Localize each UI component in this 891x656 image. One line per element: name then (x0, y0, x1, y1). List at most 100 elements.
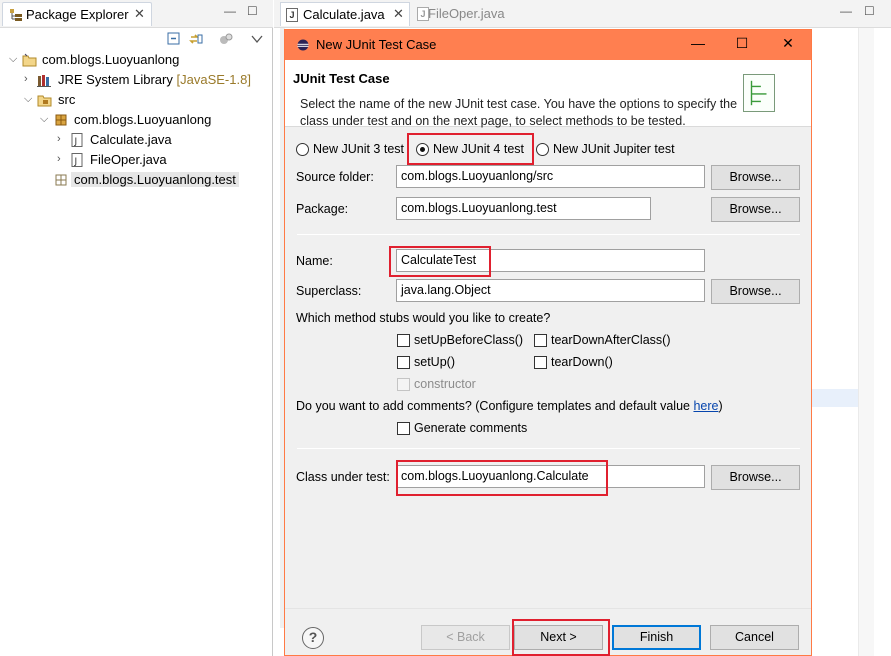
checkbox-label: setUp() (414, 355, 455, 369)
finish-button[interactable]: Finish (612, 625, 701, 650)
filters-icon[interactable] (218, 31, 234, 47)
java-file-icon: J (71, 153, 83, 167)
setup-before-class-checkbox[interactable]: setUpBeforeClass() (397, 332, 527, 350)
back-button: < Back (421, 625, 510, 650)
name-label: Name: (296, 254, 333, 268)
source-folder-input[interactable]: com.blogs.Luoyuanlong/src (396, 165, 705, 188)
tree-item-calculate-java[interactable]: › J Calculate.java (0, 130, 273, 150)
svg-text:J: J (74, 137, 78, 147)
project-icon (22, 53, 37, 67)
tree-item-label: com.blogs.Luoyuanlong (42, 52, 180, 67)
checkbox-label: Generate comments (414, 421, 528, 435)
current-line-highlight (812, 389, 858, 407)
dialog-titlebar: New JUnit Test Case — ☐ ✕ (285, 30, 811, 60)
chevron-right-icon[interactable]: › (24, 73, 28, 85)
package-explorer-icon (10, 9, 22, 21)
radio-label: New JUnit 3 test (313, 142, 405, 156)
collapse-all-icon[interactable] (166, 31, 182, 47)
help-icon[interactable]: ? (302, 627, 324, 649)
chevron-down-icon[interactable]: ⌵ (9, 53, 17, 66)
explorer-toolbar (0, 28, 273, 50)
editor-overview-ruler (858, 28, 874, 656)
junit4-radio[interactable]: New JUnit 4 test (416, 141, 528, 159)
teardown-checkbox[interactable]: tearDown() (534, 354, 684, 372)
generate-comments-checkbox[interactable]: Generate comments (397, 420, 547, 438)
tree-item-label: Calculate.java (90, 132, 172, 147)
editor-tab-label: FileOper.java (428, 6, 505, 21)
minimize-button[interactable]: — (684, 35, 712, 55)
checkbox-box (397, 356, 410, 369)
tree-item-package-main[interactable]: ⌵ com.blogs.Luoyuanlong (0, 110, 273, 130)
checkbox-label: tearDownAfterClass() (551, 333, 671, 347)
maximize-button[interactable]: ☐ (728, 35, 756, 55)
chevron-down-icon[interactable]: ⌵ (40, 113, 48, 126)
java-file-icon: J (71, 133, 83, 147)
browse-superclass-button[interactable]: Browse... (711, 279, 800, 304)
close-icon[interactable]: ✕ (134, 6, 145, 22)
tree-item-package-test[interactable]: com.blogs.Luoyuanlong.test (0, 170, 273, 190)
teardown-after-class-checkbox[interactable]: tearDownAfterClass() (534, 332, 684, 350)
tree-item-src[interactable]: ⌵ src (0, 90, 273, 110)
maximize-icon[interactable]: ☐ (247, 4, 258, 18)
next-button[interactable]: Next > (514, 625, 603, 650)
tree-item-fileoper-java[interactable]: › J FileOper.java (0, 150, 273, 170)
junit-jupiter-radio[interactable]: New JUnit Jupiter test (536, 141, 696, 159)
junit3-radio[interactable]: New JUnit 3 test (296, 141, 408, 159)
browse-source-folder-button[interactable]: Browse... (711, 165, 800, 190)
tree-item-jre-library[interactable]: › JRE System Library [JavaSE-1.8] (0, 70, 273, 90)
tree-item-label: com.blogs.Luoyuanlong (74, 112, 212, 127)
comments-question-end: ) (718, 399, 723, 413)
package-label: Package: (296, 202, 349, 216)
footer-separator (285, 608, 811, 609)
browse-package-button[interactable]: Browse... (711, 197, 800, 222)
editor-tab-fileoper[interactable]: J FileOper.java (412, 2, 522, 26)
package-explorer-tab[interactable]: Package Explorer ✕ (2, 2, 152, 26)
package-icon (55, 114, 67, 126)
maximize-icon[interactable]: ☐ (864, 4, 875, 18)
constructor-checkbox: constructor (397, 376, 527, 394)
checkbox-box (534, 356, 547, 369)
checkbox-label: setUpBeforeClass() (414, 333, 524, 347)
superclass-input[interactable]: java.lang.Object (396, 279, 705, 302)
class-under-test-input[interactable]: com.blogs.Luoyuanlong.Calculate (396, 465, 705, 488)
setup-checkbox[interactable]: setUp() (397, 354, 527, 372)
separator (297, 234, 800, 235)
view-menu-icon[interactable] (249, 31, 265, 47)
close-icon[interactable]: ✕ (393, 6, 404, 22)
checkbox-box (397, 422, 410, 435)
dialog-description: Select the name of the new JUnit test ca… (300, 97, 738, 128)
checkbox-label: constructor (414, 377, 476, 391)
configure-templates-link[interactable]: here (693, 399, 718, 413)
empty-package-icon (55, 174, 67, 186)
package-input[interactable]: com.blogs.Luoyuanlong.test (396, 197, 651, 220)
package-explorer-view: Package Explorer ✕ — ☐ ⌵ com.blogs.Luoyu… (0, 0, 273, 656)
editor-tab-label: Calculate.java (303, 7, 385, 22)
minimize-icon[interactable]: — (840, 4, 852, 18)
tree-item-suffix: [JavaSE-1.8] (176, 72, 251, 87)
name-input[interactable]: CalculateTest (396, 249, 705, 272)
minimize-icon[interactable]: — (224, 4, 236, 18)
new-junit-test-case-dialog: New JUnit Test Case — ☐ ✕ JUnit Test Cas… (284, 29, 812, 656)
radio-label: New JUnit 4 test (433, 142, 525, 156)
source-folder-label: Source folder: (296, 170, 374, 184)
chevron-down-icon[interactable]: ⌵ (24, 93, 32, 106)
chevron-right-icon[interactable]: › (57, 133, 61, 145)
superclass-label: Superclass: (296, 284, 362, 298)
tree-item-project[interactable]: ⌵ com.blogs.Luoyuanlong (0, 50, 273, 70)
chevron-right-icon[interactable]: › (57, 153, 61, 165)
cancel-button[interactable]: Cancel (710, 625, 799, 650)
dialog-title: New JUnit Test Case (316, 37, 437, 52)
radio-indicator (416, 143, 429, 156)
separator (297, 448, 800, 449)
editor-tab-calculate[interactable]: J Calculate.java ✕ (280, 2, 410, 26)
method-stubs-question: Which method stubs would you like to cre… (296, 311, 551, 325)
tree-item-label: com.blogs.Luoyuanlong.test (71, 172, 239, 187)
link-with-editor-icon[interactable] (188, 31, 204, 47)
checkbox-label: tearDown() (551, 355, 613, 369)
tree-item-label: JRE System Library (58, 72, 173, 87)
source-folder-icon (37, 95, 52, 107)
radio-indicator (536, 143, 549, 156)
close-button[interactable]: ✕ (774, 35, 802, 55)
browse-class-under-test-button[interactable]: Browse... (711, 465, 800, 490)
explorer-tab-bar: Package Explorer ✕ — ☐ (0, 0, 273, 28)
